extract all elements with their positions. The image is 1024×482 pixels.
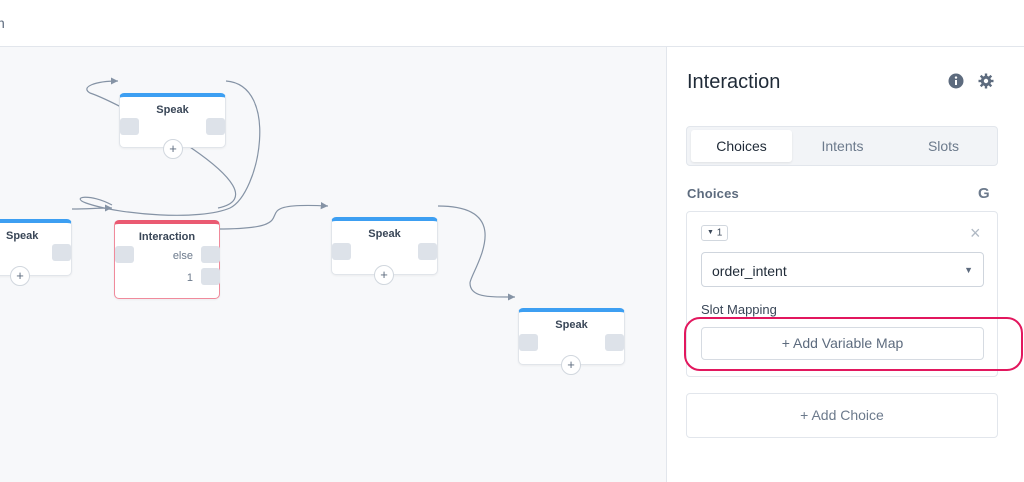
gear-icon[interactable] bbox=[978, 73, 994, 89]
input-port[interactable] bbox=[519, 334, 538, 351]
block-title: Speak bbox=[6, 230, 39, 242]
wire-interaction-1-to-speak bbox=[217, 202, 329, 230]
top-toolbar: n bbox=[0, 0, 1024, 47]
intent-select[interactable]: order_intent ▼ bbox=[701, 252, 984, 287]
tab-bar: Choices Intents Slots bbox=[686, 126, 998, 166]
info-icon[interactable] bbox=[948, 73, 964, 89]
tab-slots[interactable]: Slots bbox=[893, 130, 994, 162]
port-label-else: else bbox=[172, 250, 193, 262]
output-port[interactable] bbox=[206, 118, 225, 135]
block-title: Interaction bbox=[138, 231, 196, 243]
choice-number-badge[interactable]: ▼ 1 bbox=[701, 225, 729, 241]
port-label-1: 1 bbox=[186, 272, 193, 284]
slot-mapping-label: Slot Mapping bbox=[701, 302, 777, 317]
intent-select-value: order_intent bbox=[712, 263, 787, 279]
choice-number: 1 bbox=[716, 227, 723, 239]
speak-block-top[interactable]: Speak + bbox=[119, 93, 226, 159]
output-port[interactable] bbox=[418, 243, 437, 260]
block-title: Speak bbox=[156, 104, 189, 116]
flow-canvas[interactable]: Speak + Speak + Interaction else 1 Speak… bbox=[0, 47, 666, 482]
choice-1-port[interactable] bbox=[201, 268, 220, 285]
add-step-button[interactable]: + bbox=[10, 266, 30, 286]
close-icon[interactable]: × bbox=[970, 224, 981, 242]
tab-choices[interactable]: Choices bbox=[691, 130, 792, 162]
output-port[interactable] bbox=[52, 244, 71, 261]
input-port[interactable] bbox=[332, 243, 351, 260]
speak-block-middle[interactable]: Speak + bbox=[331, 217, 438, 285]
output-port[interactable] bbox=[605, 334, 624, 351]
else-port[interactable] bbox=[201, 246, 220, 263]
caret-down-icon: ▼ bbox=[707, 229, 714, 236]
choice-card: ▼ 1 × order_intent ▼ Slot Mapping + Add … bbox=[686, 211, 998, 377]
wire-speak-to-interaction bbox=[71, 204, 113, 212]
block-editor-panel: Interaction Choices Intents Slots Choice… bbox=[666, 47, 1024, 482]
google-icon[interactable]: G bbox=[978, 185, 990, 202]
panel-title: Interaction bbox=[687, 71, 781, 93]
section-label: Choices bbox=[687, 186, 739, 201]
block-title: Speak bbox=[368, 228, 401, 240]
add-step-button[interactable]: + bbox=[561, 355, 581, 375]
caret-down-icon: ▼ bbox=[964, 265, 973, 275]
block-title: Speak bbox=[555, 319, 588, 331]
add-choice-button[interactable]: + Add Choice bbox=[686, 393, 998, 438]
add-step-button[interactable]: + bbox=[163, 139, 183, 159]
add-step-button[interactable]: + bbox=[374, 265, 394, 285]
input-port[interactable] bbox=[115, 246, 134, 263]
tab-intents[interactable]: Intents bbox=[792, 130, 893, 162]
interaction-block[interactable]: Interaction else 1 bbox=[114, 220, 220, 299]
speak-block-left[interactable]: Speak + bbox=[0, 219, 72, 286]
speak-block-right[interactable]: Speak + bbox=[518, 308, 625, 375]
wire-speak-to-speak bbox=[437, 205, 516, 301]
input-port[interactable] bbox=[120, 118, 139, 135]
add-variable-map-button[interactable]: + Add Variable Map bbox=[701, 327, 984, 360]
toolbar-text-fragment: n bbox=[0, 15, 5, 31]
